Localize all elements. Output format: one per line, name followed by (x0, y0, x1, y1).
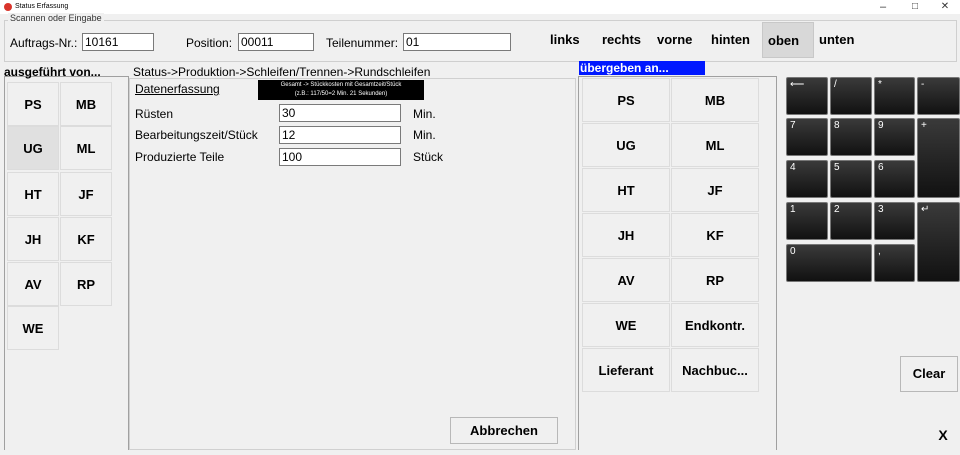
uebergeben-av-button[interactable]: AV (582, 258, 670, 302)
abbrechen-button[interactable]: Abbrechen (450, 417, 558, 444)
uebergeben-jh-button[interactable]: JH (582, 213, 670, 257)
auftrag-label: Auftrags-Nr.: (10, 36, 78, 50)
key-backspace[interactable]: ⟵ (786, 77, 828, 115)
key-8[interactable]: 8 (830, 118, 872, 156)
uebergeben-ht-button[interactable]: HT (582, 168, 670, 212)
ausgefuehrt-kf-button[interactable]: KF (60, 217, 112, 261)
key-1[interactable]: 1 (786, 202, 828, 240)
uebergeben-jf-button[interactable]: JF (671, 168, 759, 212)
ruesten-input[interactable] (279, 104, 401, 122)
bearbeitungszeit-input[interactable] (279, 126, 401, 144)
uebergeben-nachbuc-button[interactable]: Nachbuc... (671, 348, 759, 392)
right-panel-header: übergeben an... (579, 61, 705, 75)
produzierte-teile-label: Produzierte Teile (135, 150, 225, 164)
key-divide[interactable]: / (830, 77, 872, 115)
uebergeben-endkontr-button[interactable]: Endkontr. (671, 303, 759, 347)
ausgefuehrt-ps-button[interactable]: PS (7, 82, 59, 126)
key-7[interactable]: 7 (786, 118, 828, 156)
uebergeben-rp-button[interactable]: RP (671, 258, 759, 302)
status-erfassung-window: Status Erfassung – □ ✕ Scannen oder Eing… (0, 0, 960, 455)
position-input[interactable] (238, 33, 314, 51)
key-plus[interactable]: + (917, 118, 960, 198)
key-0[interactable]: 0 (786, 244, 872, 282)
key-minus[interactable]: - (917, 77, 960, 115)
ruesten-label: Rüsten (135, 107, 174, 121)
minimize-button[interactable]: – (868, 0, 898, 14)
ausgefuehrt-ml-button[interactable]: ML (60, 126, 112, 170)
dir-links-button[interactable]: links (545, 22, 595, 58)
ausgefuehrt-ug-button[interactable]: UG (7, 126, 59, 170)
keypad-divider (776, 76, 777, 450)
auftrag-input[interactable] (82, 33, 154, 51)
produzierte-teile-unit: Stück (413, 150, 444, 164)
key-3[interactable]: 3 (874, 202, 915, 240)
ausgefuehrt-rp-button[interactable]: RP (60, 262, 112, 306)
key-multiply[interactable]: * (874, 77, 915, 115)
ausgefuehrt-av-button[interactable]: AV (7, 262, 59, 306)
maximize-button[interactable]: □ (900, 0, 930, 14)
ruesten-unit: Min. (413, 107, 436, 121)
title-bar: Status Erfassung – □ ✕ (0, 0, 960, 14)
x-button[interactable]: X (928, 418, 958, 450)
key-comma[interactable]: , (874, 244, 915, 282)
bearbeitungszeit-unit: Min. (413, 128, 436, 142)
scan-group-legend: Scannen oder Eingabe (8, 13, 104, 23)
right-divider (578, 76, 579, 450)
ausgefuehrt-jh-button[interactable]: JH (7, 217, 59, 261)
ausgefuehrt-mb-button[interactable]: MB (60, 82, 112, 126)
key-2[interactable]: 2 (830, 202, 872, 240)
breadcrumb: Status->Produktion->Schleifen/Trennen->R… (133, 65, 431, 79)
app-icon (4, 3, 12, 11)
uebergeben-ps-button[interactable]: PS (582, 78, 670, 122)
key-4[interactable]: 4 (786, 160, 828, 198)
uebergeben-ml-button[interactable]: ML (671, 123, 759, 167)
dir-unten-button[interactable]: unten (814, 22, 866, 58)
ausgefuehrt-we-button[interactable]: WE (7, 306, 59, 350)
teil-input[interactable] (403, 33, 511, 51)
uebergeben-mb-button[interactable]: MB (671, 78, 759, 122)
dir-hinten-button[interactable]: hinten (706, 22, 762, 58)
clear-button[interactable]: Clear (900, 356, 958, 392)
close-button[interactable]: ✕ (930, 0, 960, 14)
position-label: Position: (186, 36, 233, 50)
dir-oben-button[interactable]: oben (762, 22, 814, 58)
key-6[interactable]: 6 (874, 160, 915, 198)
uebergeben-kf-button[interactable]: KF (671, 213, 759, 257)
hint-tooltip: Gesamt -> Stückkosten mit Gesamtzeit/Stü… (258, 80, 424, 100)
uebergeben-lieferant-button[interactable]: Lieferant (582, 348, 670, 392)
uebergeben-ug-button[interactable]: UG (582, 123, 670, 167)
hint-line-1: Gesamt -> Stückkosten mit Gesamtzeit/Stü… (280, 82, 402, 88)
ausgefuehrt-ht-button[interactable]: HT (7, 172, 59, 216)
left-panel-header: ausgeführt von... (4, 65, 101, 79)
left-border (4, 76, 5, 450)
produzierte-teile-input[interactable] (279, 148, 401, 166)
hint-line-2: (z.B.: 117/50=2 Min. 21 Sekunden) (294, 91, 388, 97)
section-title: Datenerfassung (135, 82, 220, 96)
uebergeben-we-button[interactable]: WE (582, 303, 670, 347)
bearbeitungszeit-label: Bearbeitungszeit/Stück (135, 128, 258, 142)
right-header-underline (578, 76, 776, 77)
key-9[interactable]: 9 (874, 118, 915, 156)
teil-label: Teilenummer: (326, 36, 399, 50)
dir-rechts-button[interactable]: rechts (597, 22, 652, 58)
key-5[interactable]: 5 (830, 160, 872, 198)
key-enter[interactable]: ↵ (917, 202, 960, 282)
window-title: Status Erfassung (15, 3, 69, 10)
dir-vorne-button[interactable]: vorne (652, 22, 706, 58)
ausgefuehrt-jf-button[interactable]: JF (60, 172, 112, 216)
